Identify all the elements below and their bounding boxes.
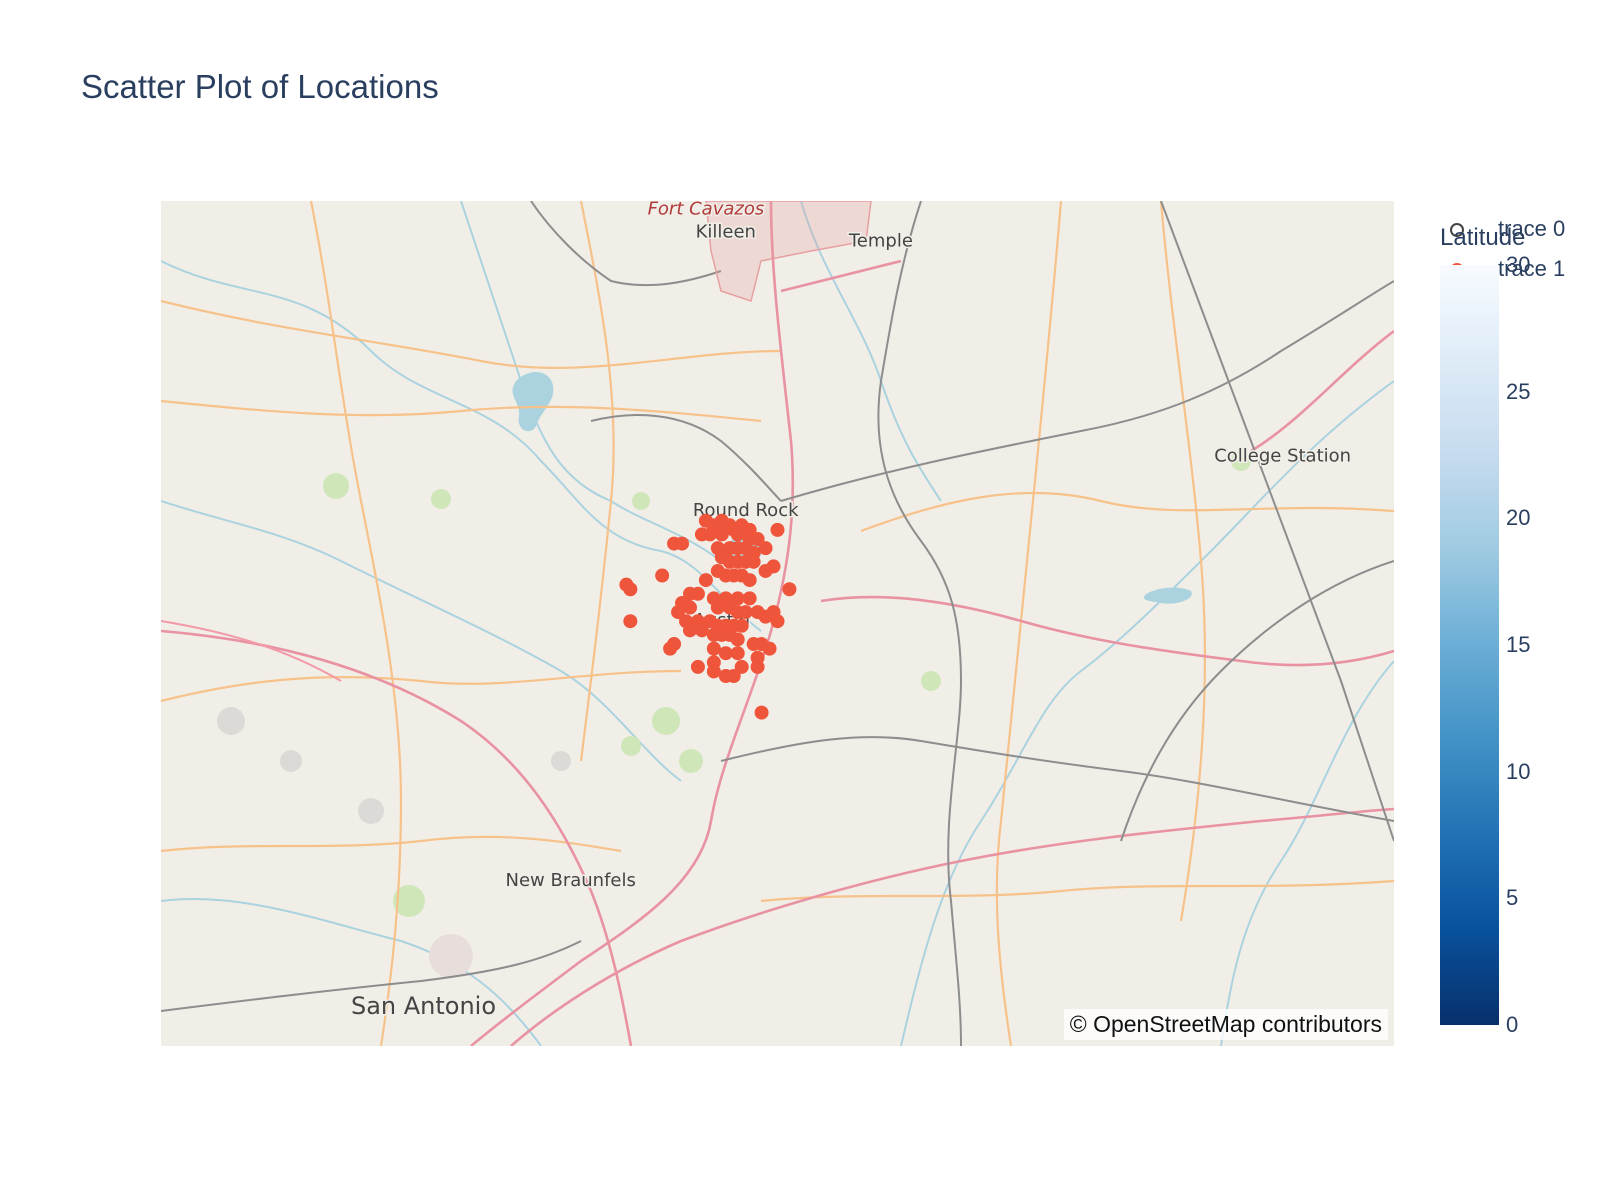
trace-1-points [619,513,797,720]
road-minor [860,491,1394,533]
place-label: Fort Cavazos [648,201,765,220]
scatter-point[interactable] [718,646,733,661]
scatter-point[interactable] [690,659,705,674]
urban-patch [358,798,384,824]
scatter-point[interactable] [710,600,725,615]
colorbar-tick-label: 10 [1506,758,1531,784]
river [1220,660,1394,1046]
road-minor [161,669,682,703]
colorbar-tick-label: 20 [1506,505,1531,531]
map-attribution[interactable]: © OpenStreetMap contributors [1063,1009,1388,1040]
scatter-point[interactable] [706,664,721,679]
scatter-point[interactable] [682,623,697,638]
scatter-point[interactable] [623,582,638,597]
colorbar-tick-label: 30 [1506,252,1531,277]
scatter-point[interactable] [758,563,773,578]
scatter-point[interactable] [742,591,757,606]
scatter-point[interactable] [730,646,745,661]
lake [512,371,554,432]
rail-line [1160,201,1394,842]
rail-line [877,201,963,1046]
place-label: San Antonio [351,992,496,1020]
scatter-point[interactable] [782,582,797,597]
road-minor [161,835,622,853]
urban-patch [429,934,473,978]
scatter-point[interactable] [754,705,769,720]
scatter-point[interactable] [750,659,765,674]
highway [1250,329,1394,453]
scatter-point[interactable] [694,623,709,638]
rail-line [590,414,782,502]
scatter-point[interactable] [770,614,785,629]
scatter-point[interactable] [706,641,721,656]
road-minor [309,201,403,1046]
colorbar-tick-label: 5 [1506,885,1519,911]
place-label: Killeen [696,222,756,243]
scatter-point[interactable] [663,641,678,656]
rail-line [780,280,1394,502]
urban-patch [217,707,245,735]
place-label: College Station [1214,445,1351,466]
scatter-point[interactable] [655,568,670,583]
river [161,260,762,632]
scatter-point[interactable] [758,541,773,556]
highway [820,595,1394,667]
scatter-point[interactable] [726,669,741,684]
scatter-point[interactable] [742,573,757,588]
highway [780,259,902,293]
scatter-point[interactable] [714,527,729,542]
road-minor [1159,201,1207,922]
scatter-point[interactable] [734,618,749,633]
place-label: New Braunfels [505,870,635,891]
forest-patch [679,749,703,773]
map-panel[interactable]: Fort Cavazos Killeen Temple College Station… [161,201,1394,1046]
highway [161,620,342,682]
scatter-point[interactable] [762,641,777,656]
scatter-point[interactable] [730,632,745,647]
scatter-point[interactable] [623,614,638,629]
scatter-point[interactable] [738,605,753,620]
forest-patch [652,707,680,735]
colorbar-tick-label: 15 [1506,632,1531,657]
scatter-point[interactable] [690,586,705,601]
urban-patch [551,751,571,771]
scatter-point[interactable] [730,527,745,542]
road-minor [161,299,782,369]
colorbar [1440,265,1499,1025]
colorbar-tick-label: 25 [1506,378,1531,404]
forest-patch [632,492,650,510]
forest-patch [431,489,451,509]
colorbar-tick-label: 0 [1506,1012,1519,1037]
chart-title: Scatter Plot of Locations [81,68,439,105]
rail-line [720,736,1394,822]
urban-patch [280,750,302,772]
scatter-point[interactable] [746,554,761,569]
river [900,380,1394,1046]
forest-patch [621,736,641,756]
scatter-point[interactable] [682,600,697,615]
place-label: Temple [848,231,913,252]
scatter-point[interactable] [770,522,785,537]
scatter-point[interactable] [675,536,690,551]
forest-patch [921,671,941,691]
scatter-point[interactable] [698,573,713,588]
colorbar-title: Latitude [1440,224,1526,251]
map-canvas[interactable]: Fort Cavazos Killeen Temple College Station… [161,201,1394,1046]
scatter-point[interactable] [702,527,717,542]
forest-patch [323,473,349,499]
lake [1143,587,1192,604]
